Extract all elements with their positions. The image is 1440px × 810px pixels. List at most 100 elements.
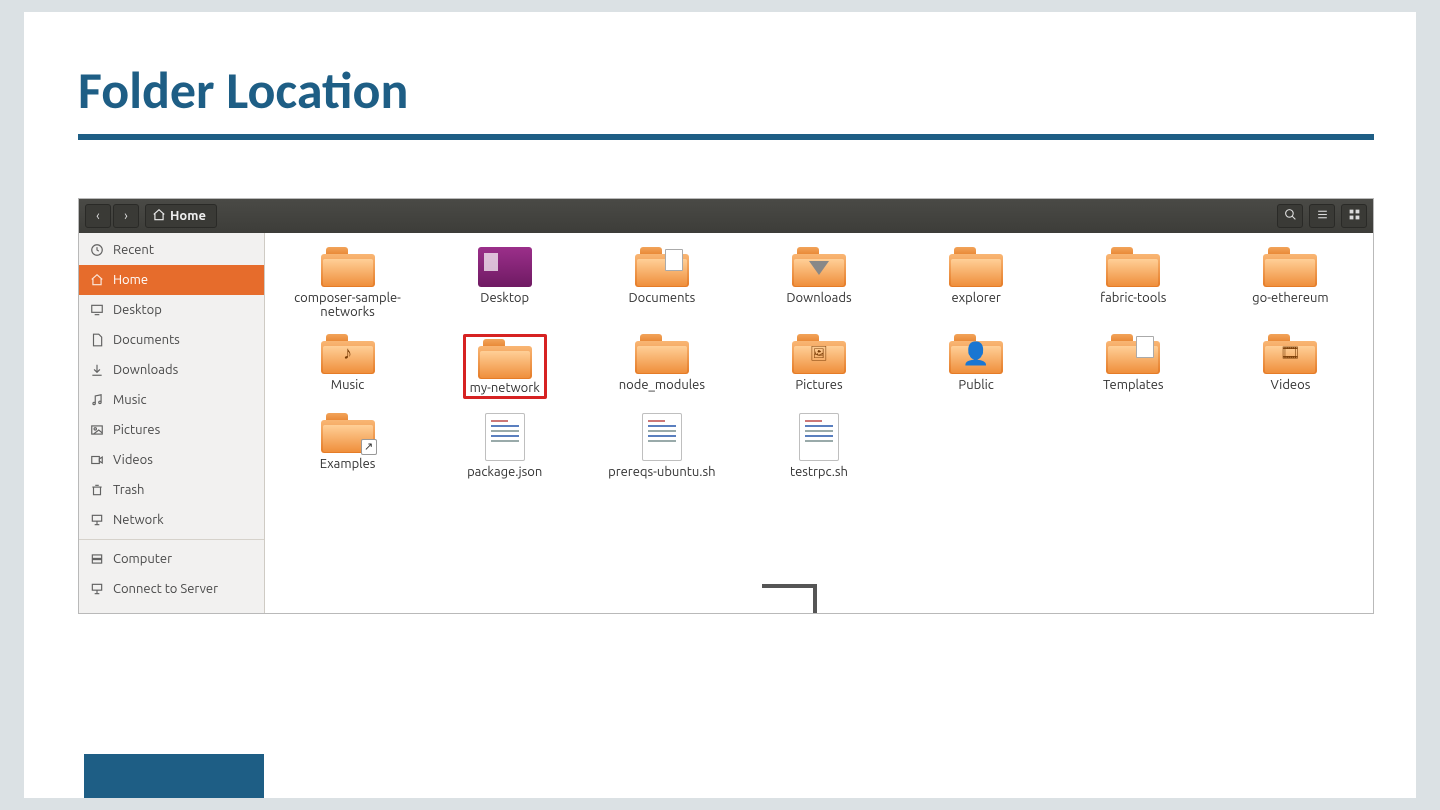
downloads-icon	[89, 362, 105, 378]
list-view-icon	[1316, 208, 1329, 224]
folder-item[interactable]: Downloads	[744, 247, 893, 320]
home-icon	[152, 208, 166, 225]
folder-item[interactable]: go-ethereum	[1216, 247, 1365, 320]
home-icon	[89, 272, 105, 288]
sidebar-separator	[79, 539, 264, 540]
folder-item[interactable]: node_modules	[587, 334, 736, 399]
videos-folder-icon: 🎞	[1263, 334, 1317, 374]
folder-icon	[321, 247, 375, 287]
folder-item[interactable]: fabric-tools	[1059, 247, 1208, 320]
text-file-icon	[799, 413, 839, 461]
list-view-button[interactable]	[1309, 204, 1335, 228]
sidebar-item-music[interactable]: Music	[79, 385, 264, 415]
folder-item[interactable]: 🖼 Pictures	[744, 334, 893, 399]
network-icon	[89, 512, 105, 528]
chevron-left-icon: ‹	[96, 209, 100, 223]
item-label: go-ethereum	[1252, 291, 1328, 305]
sidebar-item-pictures[interactable]: Pictures	[79, 415, 264, 445]
sidebar-item-label: Recent	[113, 243, 154, 257]
sidebar-item-videos[interactable]: Videos	[79, 445, 264, 475]
sidebar-item-label: Pictures	[113, 423, 160, 437]
item-label: Documents	[628, 291, 695, 305]
file-item[interactable]: prereqs-ubuntu.sh	[587, 413, 736, 479]
desktop-icon	[89, 302, 105, 318]
folder-item[interactable]: Documents	[587, 247, 736, 320]
item-label: package.json	[467, 465, 542, 479]
folder-icon	[478, 339, 532, 379]
file-item[interactable]: package.json	[430, 413, 579, 479]
sidebar-item-trash[interactable]: Trash	[79, 475, 264, 505]
item-label: my-network	[470, 381, 540, 395]
item-label: Desktop	[480, 291, 529, 305]
videos-icon	[89, 452, 105, 468]
grid-view-icon	[1348, 208, 1361, 224]
item-label: node_modules	[619, 378, 705, 392]
sidebar-item-desktop[interactable]: Desktop	[79, 295, 264, 325]
nav-button-group: ‹ ›	[85, 204, 139, 228]
folder-item[interactable]: 👤 Public	[902, 334, 1051, 399]
folder-item[interactable]: explorer	[902, 247, 1051, 320]
item-label: explorer	[951, 291, 1000, 305]
folder-item[interactable]: 🎞 Videos	[1216, 334, 1365, 399]
server-icon	[89, 581, 105, 597]
text-file-icon	[485, 413, 525, 461]
annotation-arrow	[757, 583, 827, 614]
item-label: Videos	[1270, 378, 1310, 392]
pictures-icon	[89, 422, 105, 438]
sidebar-item-label: Trash	[113, 483, 144, 497]
documents-folder-icon	[635, 247, 689, 287]
sidebar-item-label: Downloads	[113, 363, 178, 377]
folder-icon	[635, 334, 689, 374]
trash-icon	[89, 482, 105, 498]
sidebar-item-label: Home	[113, 273, 148, 287]
sidebar-item-label: Videos	[113, 453, 153, 467]
music-folder-icon: ♪	[321, 334, 375, 374]
pictures-folder-icon: 🖼	[792, 334, 846, 374]
item-label: Examples	[320, 457, 376, 471]
folder-item[interactable]: ♪ Music	[273, 334, 422, 399]
sidebar-item-computer[interactable]: Computer	[79, 544, 264, 574]
folder-icon	[949, 247, 1003, 287]
search-icon	[1284, 208, 1297, 224]
slide: Folder Location ‹ › Home	[24, 12, 1416, 798]
item-label: Pictures	[795, 378, 842, 392]
back-button[interactable]: ‹	[85, 204, 111, 228]
computer-icon	[89, 551, 105, 567]
folder-item[interactable]: composer-sample-networks	[273, 247, 422, 320]
sidebar-item-label: Documents	[113, 333, 180, 347]
sidebar-item-recent[interactable]: Recent	[79, 235, 264, 265]
sidebar-item-label: Computer	[113, 552, 172, 566]
grid-view-button[interactable]	[1341, 204, 1367, 228]
folder-item-highlighted[interactable]: my-network	[430, 334, 579, 399]
sidebar-item-documents[interactable]: Documents	[79, 325, 264, 355]
public-folder-icon: 👤	[949, 334, 1003, 374]
file-manager-window: ‹ › Home	[78, 198, 1374, 614]
folder-item[interactable]: Desktop	[430, 247, 579, 320]
search-button[interactable]	[1277, 204, 1303, 228]
sidebar-item-network[interactable]: Network	[79, 505, 264, 535]
sidebar-item-home[interactable]: Home	[79, 265, 264, 295]
folder-item[interactable]: ↗ Examples	[273, 413, 422, 479]
item-label: Downloads	[786, 291, 851, 305]
item-label: fabric-tools	[1100, 291, 1166, 305]
breadcrumb-label: Home	[170, 209, 206, 223]
downloads-folder-icon	[792, 247, 846, 287]
location-breadcrumb[interactable]: Home	[145, 204, 217, 228]
desktop-folder-icon	[478, 247, 532, 287]
sidebar-item-label: Music	[113, 393, 147, 407]
templates-folder-icon	[1106, 334, 1160, 374]
forward-button[interactable]: ›	[113, 204, 139, 228]
footer-accent	[84, 754, 264, 798]
clock-icon	[89, 242, 105, 258]
item-label: Public	[958, 378, 993, 392]
file-item[interactable]: testrpc.sh	[744, 413, 893, 479]
folder-item[interactable]: Templates	[1059, 334, 1208, 399]
sidebar-item-label: Desktop	[113, 303, 162, 317]
examples-folder-icon: ↗	[321, 413, 375, 453]
music-icon	[89, 392, 105, 408]
sidebar-item-downloads[interactable]: Downloads	[79, 355, 264, 385]
item-label: prereqs-ubuntu.sh	[608, 465, 715, 479]
text-file-icon	[642, 413, 682, 461]
folder-icon	[1106, 247, 1160, 287]
sidebar-item-connect-server[interactable]: Connect to Server	[79, 574, 264, 604]
